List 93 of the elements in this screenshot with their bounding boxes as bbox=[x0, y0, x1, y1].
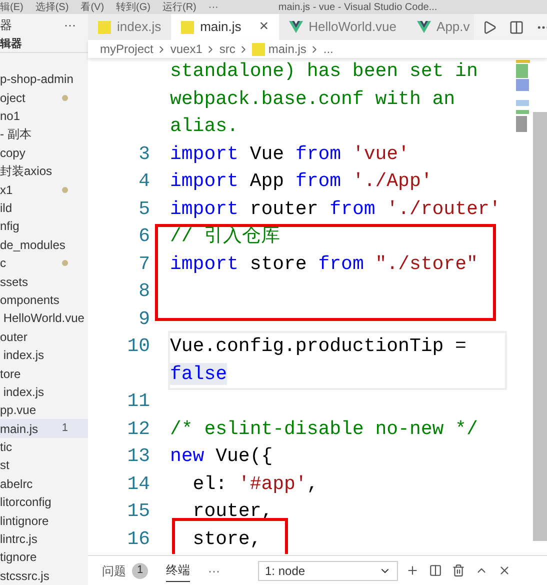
code-line: alias. bbox=[170, 115, 238, 137]
sidebar-title: 器 bbox=[0, 16, 12, 34]
problem-count: 1 bbox=[62, 421, 68, 436]
line-number: 14 bbox=[127, 472, 150, 494]
code-line: import App from './App' bbox=[170, 170, 432, 192]
tree-item[interactable]: lintignore bbox=[0, 511, 88, 530]
editor-tab[interactable]: App.v bbox=[406, 14, 474, 40]
scrollbar-thumb[interactable] bbox=[533, 112, 547, 541]
line-number: 4 bbox=[138, 170, 150, 192]
code-line: router, bbox=[192, 500, 273, 522]
code-line: standalone) has been set in bbox=[170, 60, 478, 82]
line-number: 5 bbox=[138, 198, 150, 220]
js-file-icon bbox=[181, 20, 194, 34]
tree-item[interactable]: c bbox=[0, 254, 88, 272]
menu-item[interactable]: 看(V) bbox=[80, 0, 104, 14]
tree-item[interactable]: tic bbox=[0, 438, 88, 456]
line-number: 15 bbox=[127, 500, 150, 522]
tree-item[interactable]: oject bbox=[0, 88, 88, 107]
menu-item[interactable]: ··· bbox=[208, 0, 218, 14]
line-number: 12 bbox=[127, 418, 150, 440]
tree-item[interactable]: HelloWorld.vue bbox=[0, 309, 88, 328]
menu-item[interactable]: 辑(E) bbox=[0, 0, 24, 14]
line-number: 16 bbox=[127, 528, 150, 550]
editor-tab[interactable]: HelloWorld.vue bbox=[278, 14, 407, 40]
breadcrumb-item[interactable]: ... bbox=[323, 40, 334, 58]
tree-item[interactable]: lintrc.js bbox=[0, 530, 88, 548]
tree-item[interactable]: litorconfig bbox=[0, 493, 88, 512]
tree-item[interactable]: outer bbox=[0, 328, 88, 346]
line-number: 7 bbox=[138, 252, 150, 274]
tree-item[interactable]: 封装axios bbox=[0, 162, 88, 180]
menu-item[interactable]: 转到(G) bbox=[116, 0, 150, 14]
code-line: Vue.config.productionTip = bbox=[170, 335, 466, 357]
tree-item[interactable]: p-shop-admin bbox=[0, 70, 88, 88]
code-line: el: '#app', bbox=[192, 472, 318, 494]
tree-item[interactable]: nfig bbox=[0, 217, 88, 236]
breadcrumb-item[interactable]: myProject bbox=[100, 40, 154, 58]
tree-item[interactable]: main.js 1 bbox=[0, 419, 88, 438]
tree-item[interactable]: - 副本 bbox=[0, 125, 88, 144]
count-badge: 1 bbox=[132, 562, 148, 578]
tree-item[interactable]: index.js bbox=[0, 346, 88, 364]
code-line: new Vue({ bbox=[170, 445, 273, 467]
tree-item[interactable]: stcssrc.js bbox=[0, 566, 88, 585]
js-file-icon bbox=[252, 42, 266, 56]
split-editor-icon[interactable] bbox=[508, 20, 524, 34]
code-line: store, bbox=[192, 528, 262, 550]
code-line: import store from "./store" bbox=[170, 252, 478, 274]
window-title: main.js - vue - Visual Studio Code... bbox=[278, 0, 438, 14]
section-header[interactable]: 辑器 bbox=[0, 36, 22, 52]
vue-file-icon bbox=[288, 21, 303, 33]
new-terminal-icon[interactable] bbox=[406, 564, 419, 577]
tree-item[interactable]: ssets bbox=[0, 272, 88, 291]
tree-item[interactable]: pp.vue bbox=[0, 401, 88, 420]
code-line: /* eslint-disable no-new */ bbox=[170, 418, 478, 440]
tree-item[interactable]: abelrc bbox=[0, 474, 88, 494]
line-number: 8 bbox=[138, 280, 150, 302]
panel-tab[interactable]: 问题 1 bbox=[102, 560, 148, 582]
editor-tab[interactable]: index.js bbox=[88, 14, 172, 40]
line-number: 10 bbox=[127, 335, 150, 357]
split-terminal-icon[interactable] bbox=[429, 564, 442, 577]
tree-item[interactable]: ild bbox=[0, 198, 88, 218]
js-file-icon bbox=[98, 20, 111, 34]
code-line: import Vue from 'vue' bbox=[170, 142, 410, 164]
close-icon[interactable] bbox=[498, 564, 511, 577]
trash-icon[interactable] bbox=[452, 564, 465, 577]
menu-item[interactable]: 运行(R) bbox=[162, 0, 196, 14]
tree-item[interactable]: no1 bbox=[0, 106, 88, 126]
tree-item[interactable]: st bbox=[0, 456, 88, 475]
line-number: 13 bbox=[127, 445, 150, 467]
terminal-select[interactable]: 1: node bbox=[258, 560, 398, 580]
menu-item[interactable]: 选择(S) bbox=[35, 0, 69, 14]
tree-item[interactable]: copy bbox=[0, 144, 88, 162]
tree-item[interactable]: tignore bbox=[0, 548, 88, 567]
code-line: webpack.base.conf with an bbox=[170, 88, 456, 110]
breadcrumb-item[interactable]: main.js bbox=[268, 40, 306, 58]
editor-tab[interactable]: main.js × bbox=[171, 14, 279, 40]
tree-item[interactable]: x1 bbox=[0, 180, 88, 199]
line-number: 6 bbox=[138, 225, 150, 247]
code-line: import router from './router' bbox=[170, 198, 501, 220]
tree-item[interactable]: omponents bbox=[0, 290, 88, 310]
more-button[interactable]: ··· bbox=[64, 16, 76, 34]
run-icon[interactable] bbox=[482, 20, 497, 34]
more-button[interactable]: ··· bbox=[208, 562, 220, 580]
panel-tab[interactable]: 终端 bbox=[166, 560, 190, 582]
vue-file-icon bbox=[416, 21, 431, 33]
close-tab-button[interactable]: × bbox=[259, 15, 269, 39]
tree-item[interactable]: tore bbox=[0, 364, 88, 383]
tree-item[interactable]: de_modules bbox=[0, 236, 88, 254]
line-number: 3 bbox=[138, 142, 150, 164]
line-number: 9 bbox=[138, 308, 150, 330]
line-number: 11 bbox=[127, 390, 150, 412]
breadcrumb-item[interactable]: src bbox=[219, 40, 236, 58]
tree-item[interactable]: index.js bbox=[0, 382, 88, 402]
breadcrumb-item[interactable]: vuex1 bbox=[170, 40, 202, 58]
